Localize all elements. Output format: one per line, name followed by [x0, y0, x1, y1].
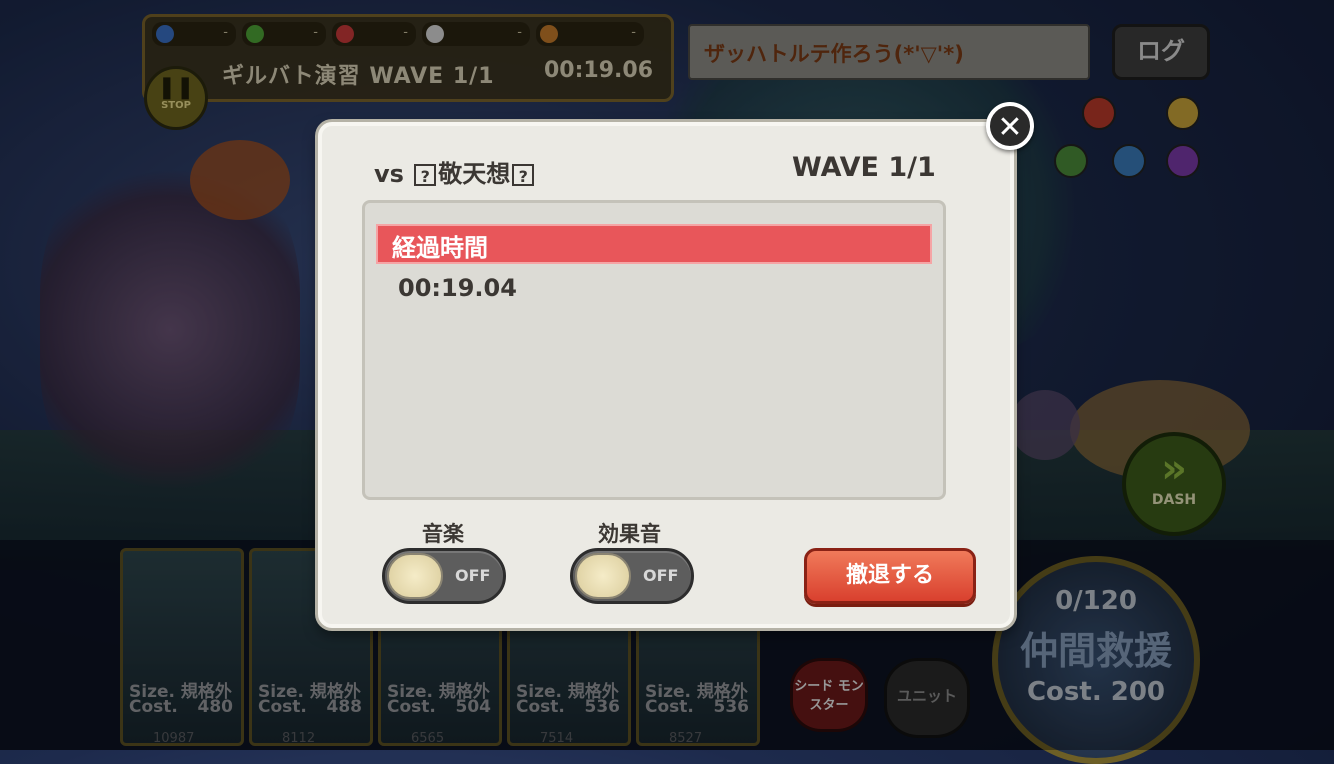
elapsed-time: 00:19.04 [398, 274, 517, 302]
sfx-toggle[interactable]: OFF [570, 548, 694, 604]
sfx-label: 効果音 [598, 522, 661, 546]
close-icon: ✕ [997, 110, 1023, 145]
opponent-name: 敬天想 [438, 160, 511, 188]
sfx-state: OFF [643, 566, 679, 585]
opponent-line: vs ? 敬天想? [374, 154, 536, 189]
unknown-glyph-icon: ? [414, 164, 437, 186]
unknown-glyph-icon: ? [512, 164, 535, 186]
close-button[interactable]: ✕ [986, 102, 1034, 150]
vs-prefix: vs [374, 160, 404, 188]
wave-indicator: WAVE 1/1 [792, 152, 936, 183]
toggle-knob [575, 553, 631, 599]
music-toggle[interactable]: OFF [382, 548, 506, 604]
toggle-knob [387, 553, 443, 599]
elapsed-header: 経過時間 [392, 234, 488, 262]
retreat-button[interactable]: 撤退する [804, 548, 976, 604]
music-label: 音楽 [422, 522, 464, 546]
music-state: OFF [455, 566, 491, 585]
